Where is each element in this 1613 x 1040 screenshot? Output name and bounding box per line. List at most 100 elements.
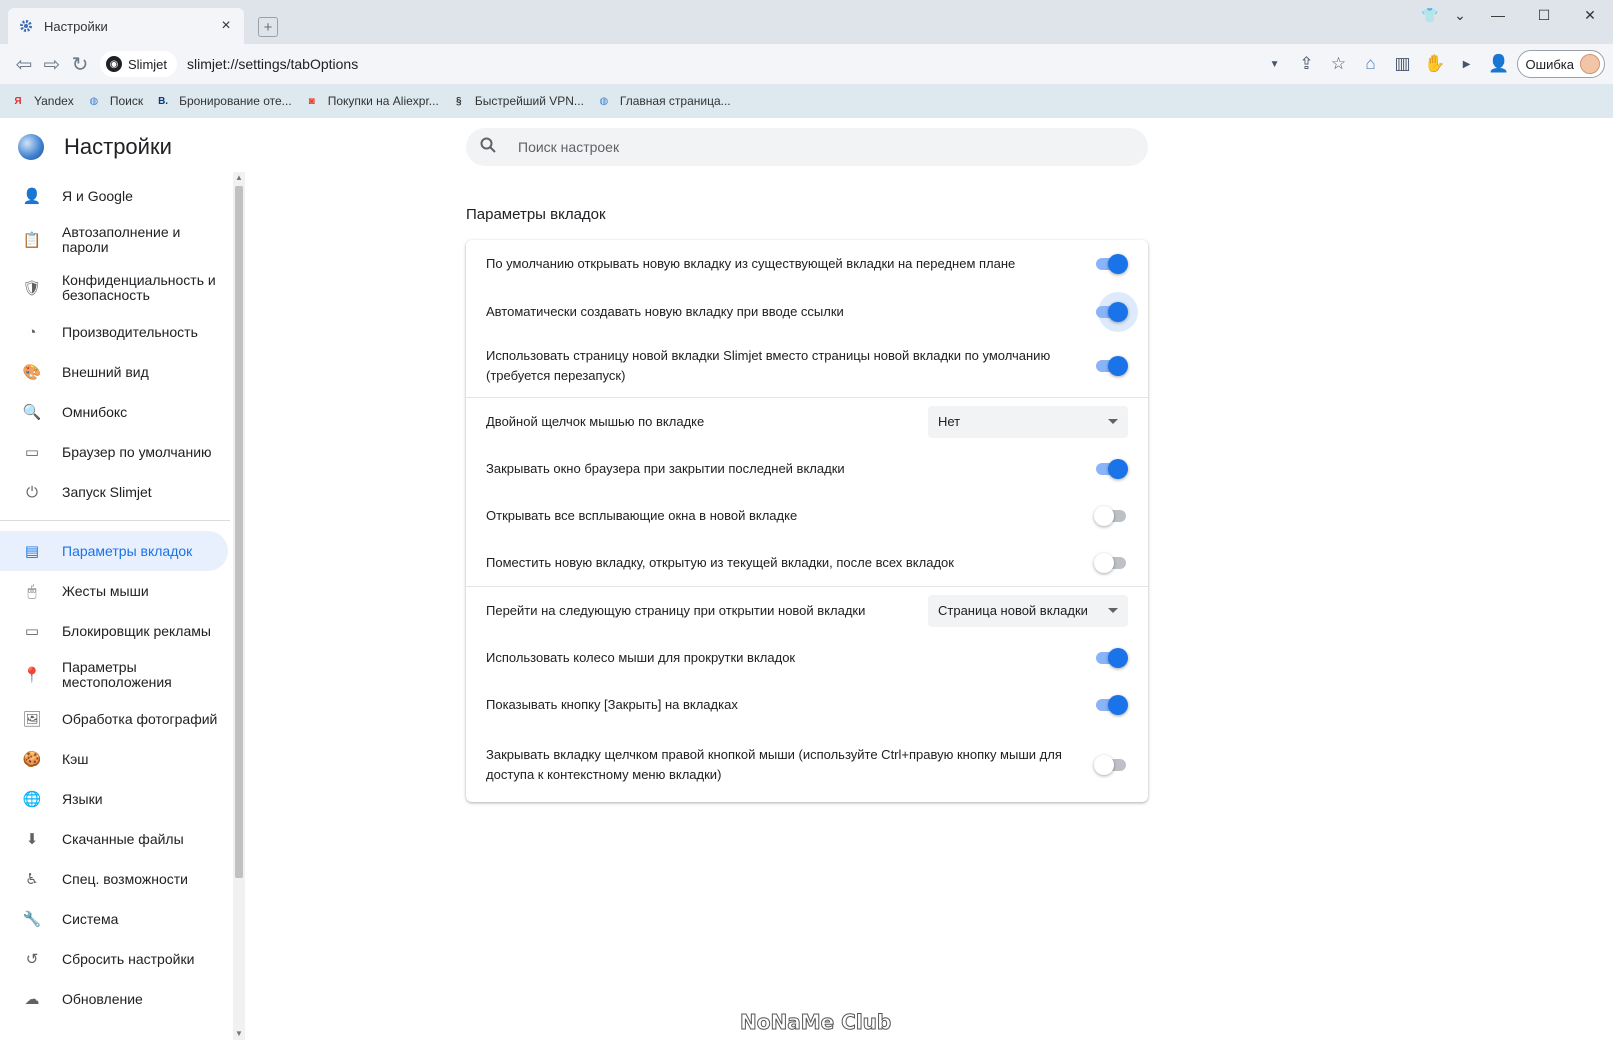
shirt-icon[interactable]: 👕 <box>1415 0 1445 30</box>
sidebar-item[interactable]: ☁ Обновление <box>0 979 230 1019</box>
setting-toggle[interactable] <box>1094 254 1128 274</box>
setting-row: Перейти на следующую страницу при открыт… <box>466 586 1148 634</box>
close-tab-icon[interactable]: × <box>218 17 234 35</box>
setting-label: Закрывать вкладку щелчком правой кнопкой… <box>486 747 1062 782</box>
bookmark-item[interactable]: ◍ Главная страница... <box>596 93 731 109</box>
home-icon[interactable]: ⌂ <box>1357 50 1385 78</box>
bookmark-item[interactable]: B. Бронирование оте... <box>155 93 292 109</box>
sidebar-item[interactable]: ↺ Сбросить настройки <box>0 939 230 979</box>
setting-toggle[interactable] <box>1094 291 1138 332</box>
sidebar-item[interactable]: 🌐 Языки <box>0 779 230 819</box>
sidebar-item-icon: 🎨 <box>22 364 42 381</box>
browser-tab[interactable]: Настройки × <box>8 8 244 44</box>
star-icon[interactable]: ☆ <box>1325 50 1353 78</box>
sidebar-item-label: Сбросить настройки <box>62 950 195 967</box>
setting-toggle[interactable] <box>1094 356 1128 376</box>
hand-icon[interactable]: ✋ <box>1421 50 1449 78</box>
bookmark-item[interactable]: ◙ Покупки на Aliexpr... <box>304 93 439 109</box>
back-icon[interactable]: ⇦ <box>10 50 38 78</box>
sidebar-item-icon: ▭ <box>24 444 40 461</box>
bookmark-label: Yandex <box>34 94 74 108</box>
bookmark-item[interactable]: § Быстрейший VPN... <box>451 93 584 109</box>
profile-error-chip[interactable]: Ошибка <box>1516 50 1605 78</box>
sidebar-item[interactable]: 📋 Автозаполнение и пароли <box>0 216 230 264</box>
sidebar-item-label: Обработка фотографий <box>62 710 218 727</box>
maximize-button[interactable]: ☐ <box>1521 0 1567 30</box>
dropdown-arrow-icon[interactable]: ▼ <box>1261 50 1289 78</box>
sidebar-item[interactable]: 🎨 Внешний вид <box>0 352 230 392</box>
globe-logo-icon <box>18 134 44 160</box>
search-input[interactable]: Поиск настроек <box>466 128 1148 166</box>
sidebar-item-label: Браузер по умолчанию <box>62 443 212 460</box>
sidebar-item-label: Языки <box>62 790 103 807</box>
sidebar-item[interactable]: ▭ Блокировщик рекламы <box>0 611 230 651</box>
site-chip[interactable]: ◉ Slimjet <box>100 51 178 77</box>
new-tab-button[interactable]: + <box>258 17 278 37</box>
reload-icon[interactable]: ↻ <box>66 50 94 78</box>
sidebar-item[interactable]: ⬇ Скачанные файлы <box>0 819 230 859</box>
scrollbar-thumb[interactable] <box>235 186 243 878</box>
sidebar-item-icon: 🖱 <box>27 582 37 600</box>
bookmark-label: Покупки на Aliexpr... <box>327 94 439 108</box>
setting-select[interactable]: Страница новой вкладки <box>928 594 1128 627</box>
close-window-button[interactable]: ✕ <box>1567 0 1613 30</box>
bookmark-item[interactable]: Я Yandex <box>10 93 74 109</box>
sidebar-item[interactable]: 🍪 Кэш <box>0 739 230 779</box>
sidebar-item[interactable]: 👤 Я и Google <box>0 176 230 216</box>
sidebar-item[interactable]: ◔ Производительность <box>0 312 230 352</box>
setting-toggle[interactable] <box>1094 505 1128 526</box>
setting-toggle[interactable] <box>1094 552 1128 573</box>
setting-toggle[interactable] <box>1094 647 1128 668</box>
forward-icon[interactable]: ⇨ <box>38 50 66 78</box>
sidebar-item[interactable]: 🔍 Омнибокс <box>0 392 230 432</box>
sidebar-item[interactable]: ▤ Параметры вкладок <box>0 531 228 571</box>
profile-icon[interactable]: 👤 <box>1485 50 1513 78</box>
page-title: Настройки <box>64 134 172 159</box>
bookmark-icon: B. <box>158 95 169 107</box>
minimize-button[interactable]: — <box>1475 0 1521 30</box>
sidebar-item-label: Конфиденциальность и безопасность <box>62 272 216 303</box>
settings-sidebar: Настройки 👤 Я и Google 📋 Автозаполнение и п… <box>0 118 245 1040</box>
sidebar-item[interactable]: ♿ Спец. возможности <box>0 859 230 899</box>
setting-toggle[interactable] <box>1094 755 1128 775</box>
search-placeholder: Поиск настроек <box>518 139 620 155</box>
setting-select[interactable]: Нет <box>928 405 1128 438</box>
sidebar-item-icon: 🍪 <box>22 751 42 768</box>
sidebar-item-label: Обновление <box>62 990 143 1007</box>
address-bar[interactable]: slimjet://settings/tabOptions <box>187 56 358 72</box>
more-arrow-icon[interactable]: ▶ <box>1453 50 1481 78</box>
setting-row: По умолчанию открывать новую вкладку из … <box>466 240 1148 288</box>
sidebar-item[interactable]: 🖼 Обработка фотографий <box>0 699 230 739</box>
tab-strip: Настройки × + 👕 ⌄ — ☐ ✕ <box>0 0 1613 44</box>
sidebar-item-label: Блокировщик рекламы <box>62 622 211 639</box>
avatar <box>1580 54 1600 74</box>
sidebar-item[interactable]: 📍 Параметры местоположения <box>0 651 230 699</box>
sidebar-item[interactable]: ▭ Браузер по умолчанию <box>0 432 230 472</box>
watermark: NoNaMe Club <box>739 1010 892 1035</box>
sidebar-item[interactable]: 🛡 Конфиденциальность и безопасность <box>0 264 230 312</box>
setting-label: Показывать кнопку [Закрыть] на вкладках <box>486 696 738 712</box>
setting-label: Перейти на следующую страницу при открыт… <box>486 602 866 618</box>
sidebar-item[interactable]: ⏻ Запуск Slimjet <box>0 472 230 512</box>
scroll-down-icon[interactable]: ▼ <box>233 1028 245 1040</box>
scroll-up-icon[interactable]: ▲ <box>233 172 245 184</box>
select-value: Страница новой вкладки <box>938 603 1088 618</box>
setting-label: Поместить новую вкладку, открытую из тек… <box>486 554 954 570</box>
sidebar-scrollbar[interactable]: ▲ ▼ <box>233 172 245 1040</box>
search-icon <box>480 137 500 157</box>
bookmark-label: Поиск <box>109 94 144 108</box>
sidebar-item-label: Запуск Slimjet <box>62 483 152 500</box>
setting-label: Использовать колесо мыши для прокрутки в… <box>486 649 796 665</box>
sidebar-item-label: Система <box>62 910 119 927</box>
share-icon[interactable]: ⇪ <box>1293 50 1321 78</box>
sidebar-item[interactable]: 🖱 Жесты мыши <box>0 571 230 611</box>
sidebar-item-icon: ▭ <box>24 623 40 640</box>
setting-toggle[interactable] <box>1094 458 1128 479</box>
bookmark-icon: Я <box>14 95 22 107</box>
sidebar-icon[interactable]: ▥ <box>1389 50 1417 78</box>
bookmarks-bar: Я Yandex ◍ Поиск B. Бронирование оте... ◙ Покуп… <box>0 84 1613 118</box>
setting-toggle[interactable] <box>1094 694 1128 715</box>
chevron-down-icon[interactable]: ⌄ <box>1445 0 1475 30</box>
sidebar-item[interactable]: 🔧 Система <box>0 899 230 939</box>
bookmark-item[interactable]: ◍ Поиск <box>86 93 143 109</box>
